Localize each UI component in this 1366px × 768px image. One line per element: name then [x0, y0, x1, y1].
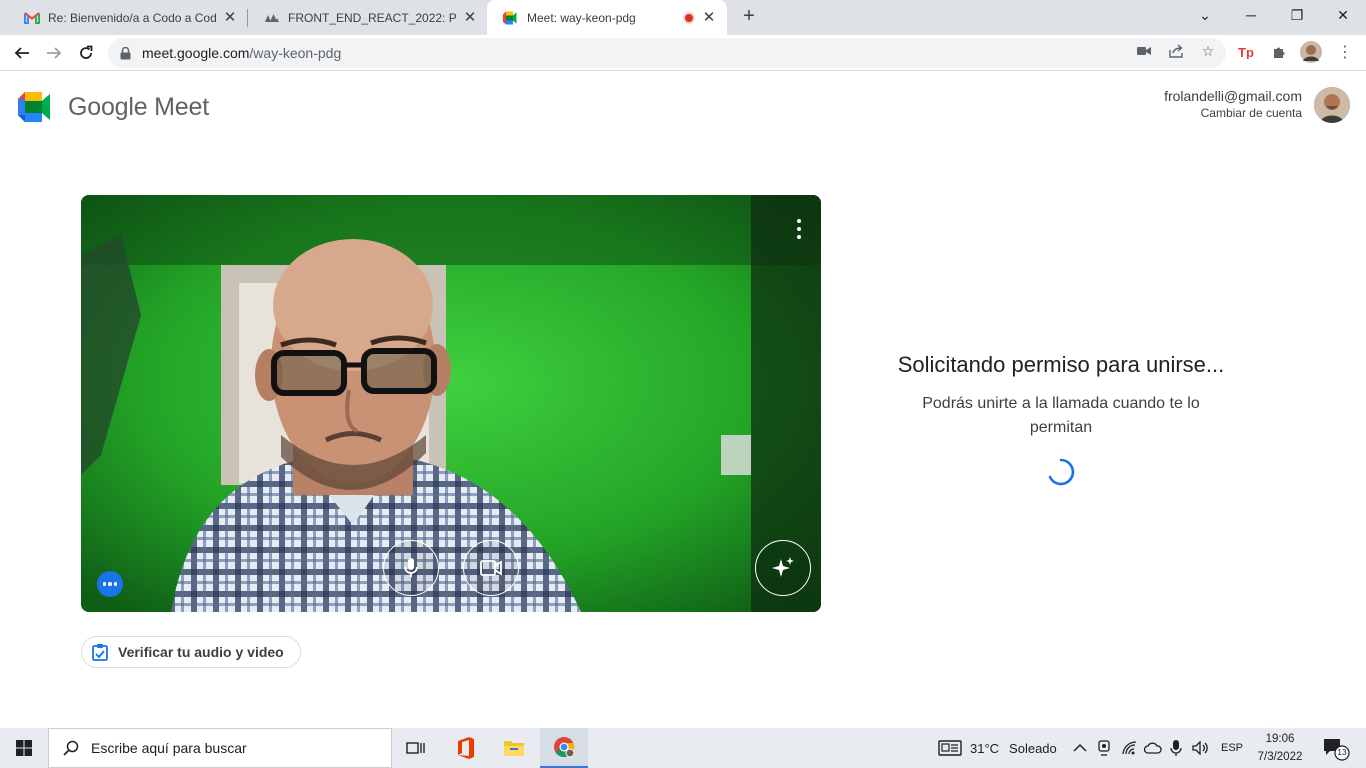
search-placeholder: Escribe aquí para buscar: [91, 740, 247, 756]
camera-button[interactable]: [463, 540, 519, 596]
classroom-icon: [264, 10, 280, 26]
url-text: meet.google.com/way-keon-pdg: [142, 45, 341, 61]
clock-time: 19:06: [1265, 733, 1295, 745]
file-explorer-icon[interactable]: [490, 728, 538, 768]
url-path: /way-keon-pdg: [249, 45, 342, 61]
brand-name: Google Meet: [68, 92, 209, 121]
video-more-options-icon[interactable]: [795, 219, 803, 239]
weather-condition: Soleado: [1009, 740, 1057, 756]
tab-title: FRONT_END_REACT_2022: Particip: [288, 10, 456, 25]
url-host: meet.google.com: [142, 45, 250, 61]
tab-meet[interactable]: Meet: way-keon-pdg ✕: [487, 0, 727, 35]
language-indicator[interactable]: ESP: [1221, 728, 1243, 768]
search-icon: [63, 739, 81, 757]
clock-date: 7/3/2022: [1257, 751, 1303, 763]
meet-now-icon[interactable]: [1097, 728, 1111, 768]
camera-feed-image: [81, 195, 821, 612]
profile-avatar[interactable]: [1300, 41, 1322, 63]
svg-text:Tp: Tp: [1238, 45, 1254, 59]
camera-icon: [480, 560, 502, 576]
onedrive-icon[interactable]: [1144, 728, 1162, 768]
back-icon[interactable]: [8, 39, 36, 67]
microphone-button[interactable]: [383, 540, 439, 596]
weather-widget[interactable]: 31°C Soleado: [938, 728, 1057, 768]
tab-title: Meet: way-keon-pdg: [527, 10, 636, 25]
tab-title: Re: Bienvenido/a a Codo a Codo: [48, 10, 216, 25]
show-hidden-icons-icon[interactable]: [1073, 728, 1087, 768]
close-window-button[interactable]: ✕: [1320, 0, 1366, 30]
visual-effects-button[interactable]: [755, 540, 811, 596]
clipboard-check-icon: [92, 643, 110, 661]
weather-icon: [938, 740, 962, 756]
switch-account-link[interactable]: Cambiar de cuenta: [1164, 106, 1302, 120]
account-email: frolandelli@gmail.com: [1164, 88, 1302, 104]
close-tab-icon[interactable]: ✕: [701, 9, 717, 26]
self-video-preview: [81, 195, 821, 612]
tab-strip: Re: Bienvenido/a a Codo a Codo ✕ FRONT_E…: [0, 0, 1366, 35]
system-clock[interactable]: 19:06 7/3/2022: [1250, 730, 1310, 766]
windows-start-icon[interactable]: [0, 728, 48, 768]
bookmark-star-icon[interactable]: ☆: [1199, 42, 1217, 60]
weather-temp: 31°C: [970, 740, 1000, 756]
task-view-icon[interactable]: [392, 728, 440, 768]
camera-in-use-icon[interactable]: [1135, 42, 1153, 60]
office-icon[interactable]: [442, 728, 490, 768]
sparkle-icon: [772, 557, 794, 577]
wifi-icon[interactable]: [1122, 728, 1138, 768]
extensions-puzzle-icon[interactable]: [1268, 41, 1290, 63]
check-audio-video-button[interactable]: Verificar tu audio y video: [81, 636, 301, 668]
restore-button[interactable]: ❐: [1274, 0, 1320, 30]
browser-menu-icon[interactable]: ⋮: [1334, 41, 1356, 63]
avatar[interactable]: [1314, 87, 1350, 123]
loading-spinner: [1047, 458, 1075, 491]
forward-icon[interactable]: [40, 39, 68, 67]
status-title: Solicitando permiso para unirse...: [897, 352, 1225, 377]
account-info: frolandelli@gmail.com Cambiar de cuenta: [1164, 88, 1302, 120]
tab-classroom[interactable]: FRONT_END_REACT_2022: Particip ✕: [248, 0, 488, 35]
recording-icon: [683, 11, 695, 24]
google-meet-logo[interactable]: Google Meet: [18, 92, 209, 122]
volume-icon[interactable]: [1192, 728, 1210, 768]
taskbar-search-input[interactable]: Escribe aquí para buscar: [48, 728, 392, 768]
tab-search-icon[interactable]: ⌄: [1182, 0, 1228, 30]
microphone-tray-icon[interactable]: [1170, 728, 1182, 768]
more-options-button[interactable]: [97, 571, 123, 597]
close-tab-icon[interactable]: ✕: [462, 9, 478, 26]
gmail-icon: [24, 10, 40, 26]
chrome-taskbar-icon[interactable]: [540, 728, 588, 768]
microphone-icon: [404, 558, 418, 577]
extension-tp-icon[interactable]: Tp: [1236, 41, 1258, 63]
notification-count: 13: [1337, 747, 1347, 757]
windows-taskbar: Escribe aquí para buscar 31°C Soleado ES…: [0, 728, 1366, 768]
address-bar[interactable]: meet.google.com/way-keon-pdg: [108, 38, 1226, 68]
join-status: Solicitando permiso para unirse... Podrá…: [860, 352, 1262, 440]
new-tab-button[interactable]: +: [737, 5, 761, 29]
meet-icon: [503, 10, 519, 26]
minimize-button[interactable]: ─: [1228, 0, 1274, 30]
share-icon[interactable]: [1167, 42, 1185, 60]
lock-icon[interactable]: [120, 46, 134, 60]
notification-center-icon[interactable]: 13: [1318, 736, 1350, 762]
meet-icon: [18, 92, 50, 122]
browser-toolbar: meet.google.com/way-keon-pdg ☆ Tp ⋮: [0, 35, 1366, 71]
check-av-label: Verificar tu audio y video: [118, 644, 284, 660]
reload-icon[interactable]: [72, 39, 100, 67]
tab-gmail[interactable]: Re: Bienvenido/a a Codo a Codo ✕: [8, 0, 248, 35]
status-subtitle: Podrás unirte a la llamada cuando te lo …: [922, 395, 1200, 436]
close-tab-icon[interactable]: ✕: [222, 9, 238, 26]
